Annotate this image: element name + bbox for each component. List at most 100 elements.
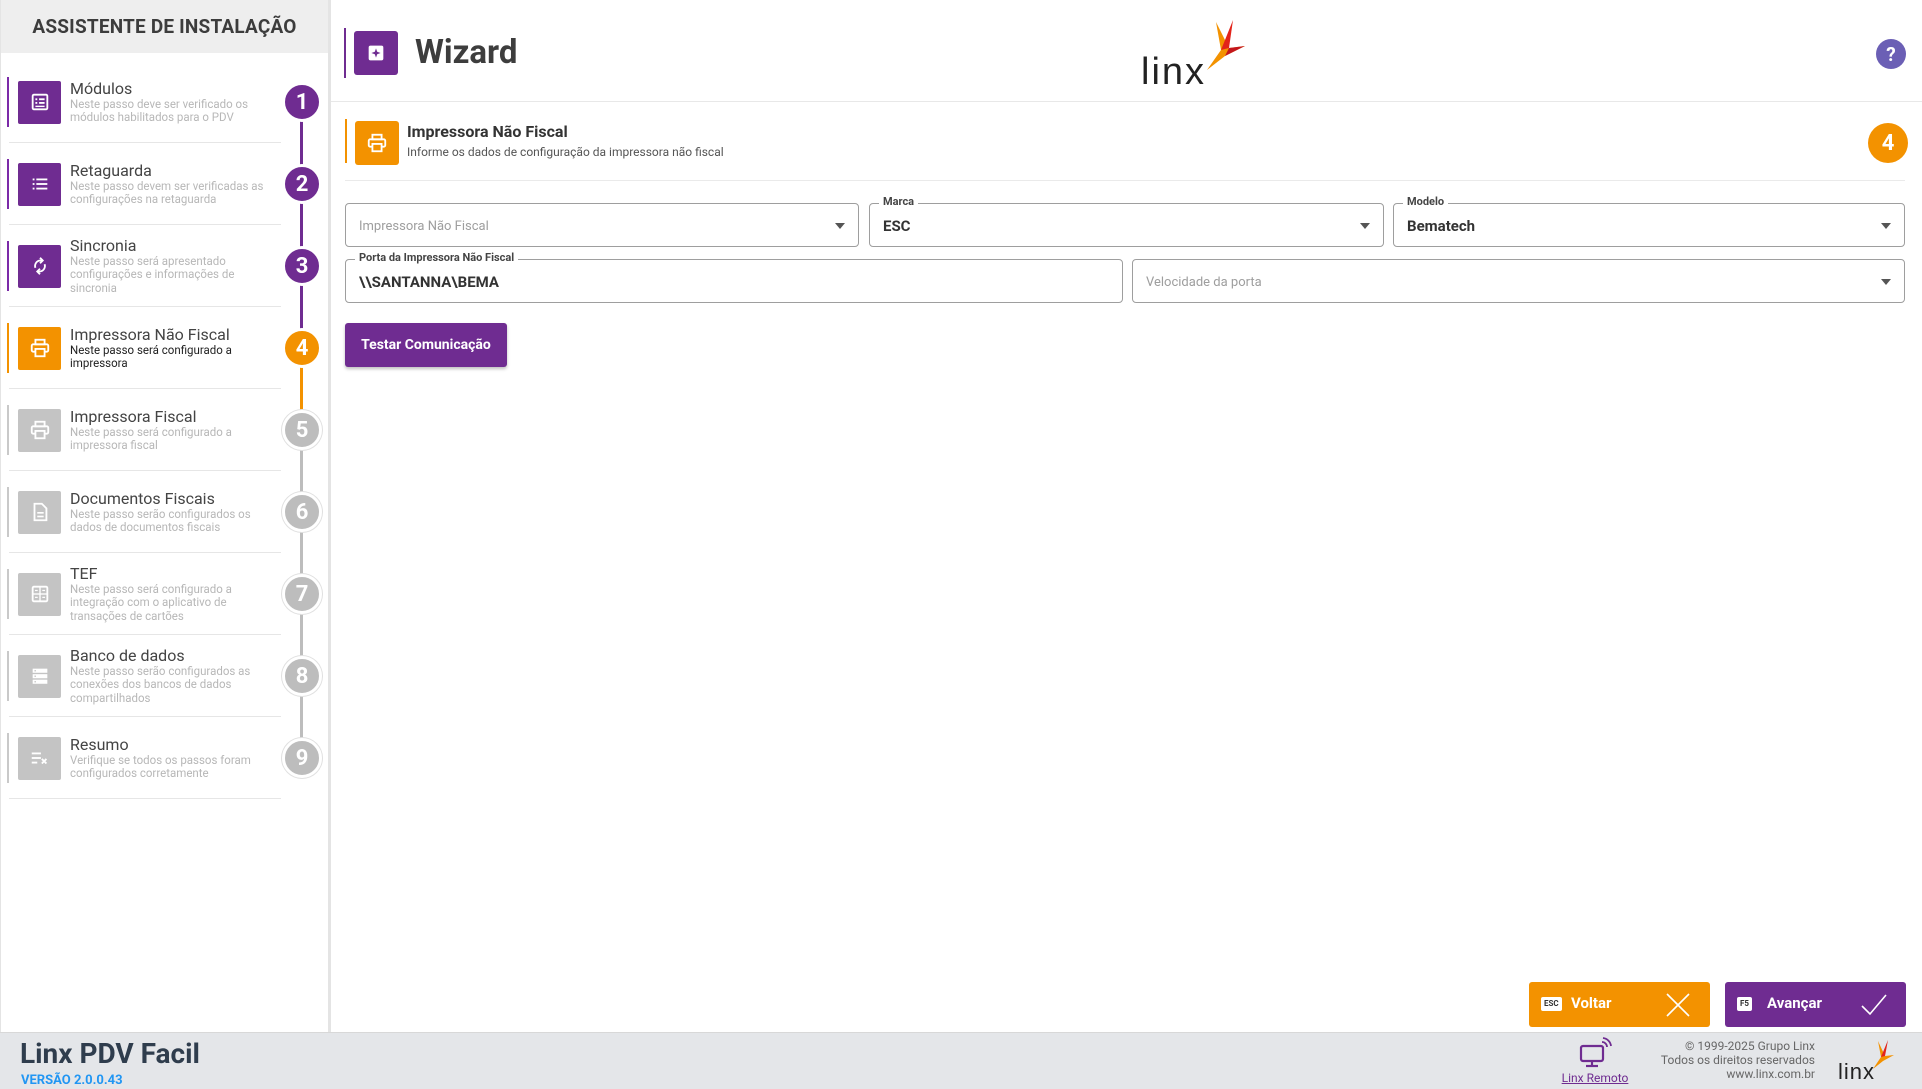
test-communication-button[interactable]: Testar Comunicação xyxy=(345,323,507,367)
step-bar xyxy=(7,323,9,373)
sidebar: ASSISTENTE DE INSTALAÇÃO Módulos Neste p… xyxy=(0,0,331,1032)
esc-key-badge: ESC xyxy=(1541,997,1562,1011)
linx-logo: linx xyxy=(1141,18,1271,94)
help-icon[interactable]: ? xyxy=(1876,39,1906,69)
checklist-icon xyxy=(18,736,61,780)
linx-remote-link[interactable]: Linx Remoto xyxy=(1560,1037,1630,1085)
porta-label: Porta da Impressora Não Fiscal xyxy=(355,251,519,264)
step-desc: Neste passo serão configurados os dados … xyxy=(70,506,251,534)
step-bar xyxy=(7,77,9,127)
step-list: Módulos Neste passo deve ser verificado … xyxy=(1,61,328,799)
step-title: Documentos Fiscais xyxy=(70,488,215,508)
modelo-select[interactable]: Modelo Bematech xyxy=(1393,195,1905,247)
step-desc: Neste passo deve ser verificado os módul… xyxy=(70,96,249,124)
rights-line: Todos os direitos reservados xyxy=(1660,1053,1815,1067)
step-number: 3 xyxy=(282,246,322,286)
copyright: © 1999-2025 Grupo Linx Todos os direitos… xyxy=(1640,1039,1815,1081)
step-title: TEF xyxy=(70,563,98,583)
linx-logo-text: linx xyxy=(1141,51,1206,90)
printer-icon xyxy=(18,408,61,452)
velocidade-select[interactable]: Velocidade da porta xyxy=(1132,259,1905,303)
porta-input[interactable]: Porta da Impressora Não Fiscal \\SANTANN… xyxy=(345,251,1123,303)
step-sincronia[interactable]: Sincronia Neste passo será apresentado c… xyxy=(1,225,328,307)
step-impressora-fiscal[interactable]: Impressora Fiscal Neste passo será confi… xyxy=(1,389,328,471)
site-line: www.linx.com.br xyxy=(1726,1067,1815,1081)
step-modulos[interactable]: Módulos Neste passo deve ser verificado … xyxy=(1,61,328,143)
status-bar: Linx PDV Facil VERSÃO 2.0.0.43 Linx Remo… xyxy=(0,1032,1922,1089)
close-icon xyxy=(1666,993,1690,1017)
step-banco-de-dados[interactable]: Banco de dados Neste passo serão configu… xyxy=(1,635,328,717)
step-desc: Neste passo será configurado a impressor… xyxy=(70,424,232,452)
porta-value: \\SANTANNA\BEMA xyxy=(359,273,499,291)
step-retaguarda[interactable]: Retaguarda Neste passo devem ser verific… xyxy=(1,143,328,225)
wizard-icon xyxy=(354,31,398,75)
f5-key-badge: F5 xyxy=(1737,997,1752,1011)
linx-remote-label[interactable]: Linx Remoto xyxy=(1560,1071,1630,1085)
step-desc: Neste passo devem ser verificadas as con… xyxy=(70,178,264,206)
step-desc: Neste passo será configurado a integraçã… xyxy=(70,581,232,623)
step-number: 7 xyxy=(282,574,322,614)
impressora-select[interactable]: Impressora Não Fiscal xyxy=(345,203,859,247)
step-number: 5 xyxy=(282,410,322,450)
sidebar-title: ASSISTENTE DE INSTALAÇÃO xyxy=(1,0,328,53)
step-title: Resumo xyxy=(70,734,129,754)
step-bar xyxy=(7,733,9,783)
step-bar xyxy=(7,651,9,701)
marca-value: ESC xyxy=(883,217,911,235)
step-tef[interactable]: TEF Neste passo será configurado a integ… xyxy=(1,553,328,635)
marca-select[interactable]: Marca ESC xyxy=(869,195,1384,247)
header-accent-bar xyxy=(344,28,346,78)
impressora-placeholder: Impressora Não Fiscal xyxy=(359,219,489,234)
printer-icon xyxy=(355,121,399,165)
modelo-label: Modelo xyxy=(1403,195,1449,208)
modelo-value: Bematech xyxy=(1407,217,1476,235)
chevron-down-icon[interactable] xyxy=(1881,279,1891,285)
app-name: Linx PDV Facil xyxy=(20,1037,200,1070)
step-bar xyxy=(7,405,9,455)
chevron-down-icon[interactable] xyxy=(835,223,845,229)
chevron-down-icon[interactable] xyxy=(1360,223,1370,229)
step-bar xyxy=(7,241,9,291)
chevron-down-icon[interactable] xyxy=(1881,223,1891,229)
step-bar xyxy=(7,569,9,619)
step-number: 4 xyxy=(282,328,322,368)
back-label: Voltar xyxy=(1571,994,1612,1012)
header: Wizard linx ? xyxy=(331,0,1922,102)
next-label: Avançar xyxy=(1767,994,1822,1012)
step-desc: Neste passo serão configurados as conexõ… xyxy=(70,663,251,705)
remote-monitor-icon xyxy=(1579,1037,1612,1068)
step-number: 1 xyxy=(282,82,322,122)
step-impressora-nao-fiscal[interactable]: Impressora Não Fiscal Neste passo será c… xyxy=(1,307,328,389)
step-title: Sincronia xyxy=(70,235,137,255)
step-desc: Neste passo será configurado a impressor… xyxy=(70,342,232,370)
step-title: Impressora Não Fiscal xyxy=(70,324,230,344)
copyright-line: © 1999-2025 Grupo Linx xyxy=(1684,1039,1815,1053)
database-icon xyxy=(18,654,61,698)
step-bar xyxy=(7,159,9,209)
list-icon xyxy=(18,80,61,124)
next-button[interactable]: F5 Avançar xyxy=(1725,982,1906,1027)
step-resumo[interactable]: Resumo Verifique se todos os passos fora… xyxy=(1,717,328,799)
section-accent-bar xyxy=(345,119,347,163)
section-desc: Informe os dados de configuração da impr… xyxy=(407,145,724,159)
marca-label: Marca xyxy=(879,195,919,208)
page-title: Wizard xyxy=(415,33,518,72)
step-desc: Verifique se todos os passos foram confi… xyxy=(70,752,251,780)
section-step-number: 4 xyxy=(1868,123,1908,163)
section-header: Impressora Não Fiscal Informe os dados d… xyxy=(345,117,1908,181)
main-panel: Wizard linx ? Impressora Não Fiscal Info… xyxy=(331,0,1922,1032)
document-icon xyxy=(18,490,61,534)
step-documentos-fiscais[interactable]: Documentos Fiscais Neste passo serão con… xyxy=(1,471,328,553)
step-number: 8 xyxy=(282,656,322,696)
app-version: VERSÃO 2.0.0.43 xyxy=(21,1073,123,1088)
step-title: Impressora Fiscal xyxy=(70,406,197,426)
step-title: Módulos xyxy=(70,78,133,98)
section-title: Impressora Não Fiscal xyxy=(407,122,568,141)
velocidade-placeholder: Velocidade da porta xyxy=(1146,275,1262,290)
step-number: 2 xyxy=(282,164,322,204)
list-lines-icon xyxy=(18,162,61,206)
back-button[interactable]: ESC Voltar xyxy=(1529,982,1710,1027)
printer-icon xyxy=(18,326,61,370)
step-desc: Neste passo será apresentado configuraçõ… xyxy=(70,253,235,295)
step-bar xyxy=(7,487,9,537)
